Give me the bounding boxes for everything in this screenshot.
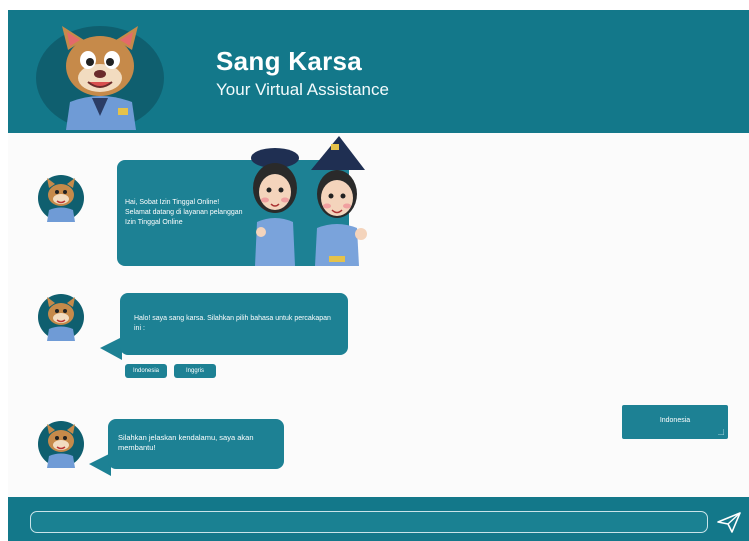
welcome-message-text: Hai, Sobat Izin Tinggal Online! Selamat … [125,199,243,226]
bubble-tail [100,337,122,360]
user-message-text: Indonesia [659,417,691,424]
message-input[interactable] [30,511,708,533]
language-prompt-bubble: Halo! saya sang karsa. Silahkan pilih ba… [120,293,348,355]
language-option-indonesia[interactable]: Indonesia [125,364,167,378]
cat-mascot-avatar [36,26,164,130]
language-prompt-text: Halo! saya sang karsa. Silahkan pilih ba… [134,315,331,332]
help-prompt-bubble: Silahkan jelaskan kendalamu, saya akan m… [108,419,284,469]
chat-page: Sang Karsa Your Virtual Assistance Hai, … [8,10,749,541]
help-prompt-text: Silahkan jelaskan kendalamu, saya akan m… [118,433,254,452]
assistant-tagline: Your Virtual Assistance [216,80,389,99]
language-option-inggris[interactable]: Inggris [174,364,216,378]
user-message-bubble: Indonesia [622,405,728,439]
assistant-avatar [38,175,84,222]
send-icon[interactable] [716,510,742,534]
resize-grip-icon [718,429,724,435]
assistant-avatar [38,294,84,341]
header-bar: Sang Karsa Your Virtual Assistance [8,10,749,133]
assistant-name: Sang Karsa [216,46,363,76]
assistant-avatar [38,421,84,468]
message-composer [8,497,749,541]
welcome-message-bubble: Hai, Sobat Izin Tinggal Online! Selamat … [117,136,367,266]
officers-illustration [251,136,367,266]
